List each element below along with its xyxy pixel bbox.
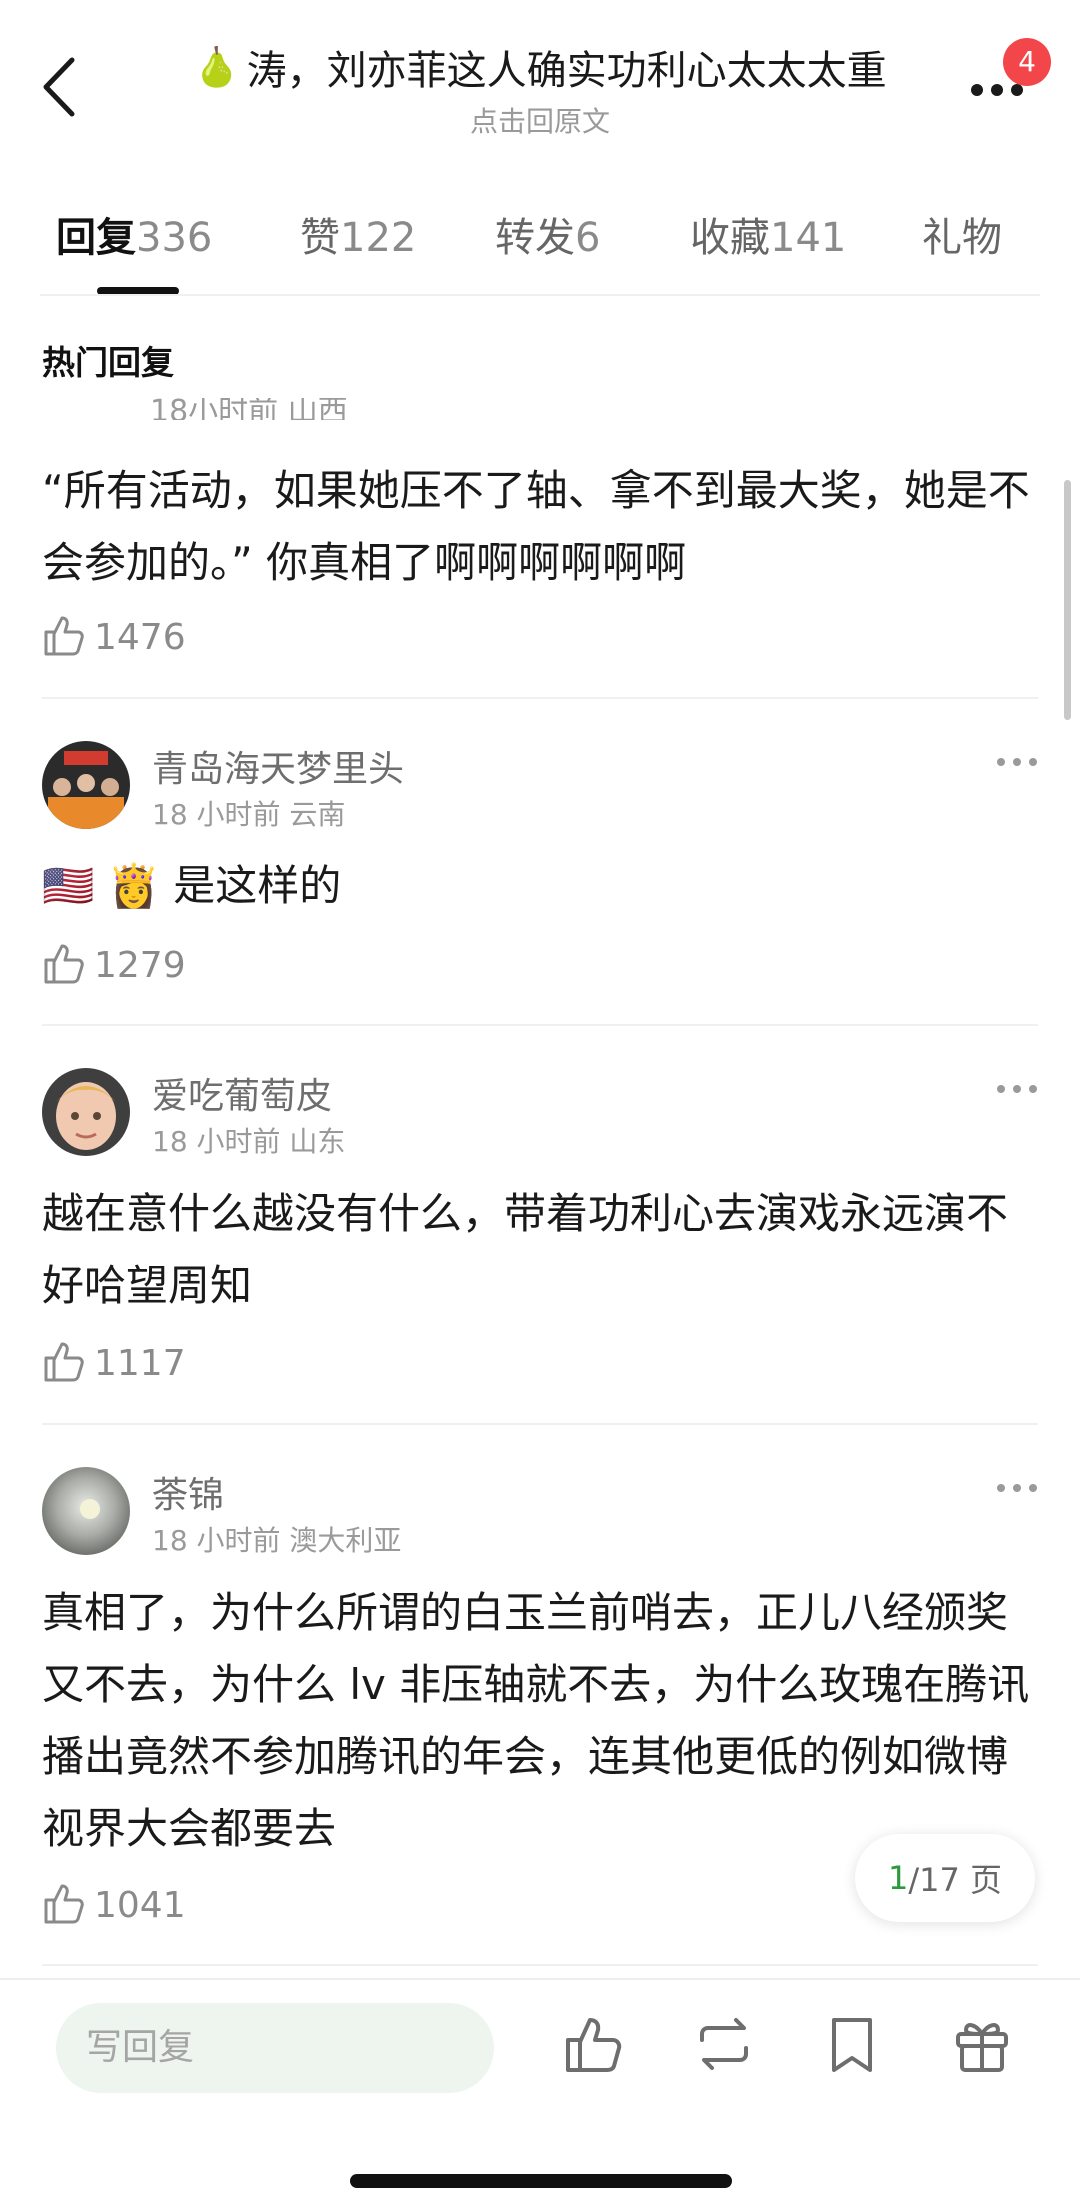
thumbs-up-icon — [42, 940, 88, 990]
scrollbar[interactable] — [1064, 480, 1071, 720]
bookmark-icon[interactable] — [818, 2010, 886, 2078]
comment-text: 🇺🇸 👸 是这样的 — [42, 861, 342, 910]
repost-icon[interactable] — [690, 2010, 758, 2078]
user-name[interactable]: 荼锦 — [152, 1466, 224, 1518]
tab-count: 336 — [136, 215, 213, 261]
tab-label: 赞 — [300, 215, 340, 261]
total-pages: /17 页 — [908, 1861, 1003, 1899]
comment-text: 越在意什么越没有什么，带着功利心去演戏永远演不好哈望周知 — [42, 1189, 1009, 1310]
comment-text: 真相了，为什么所谓的白玉兰前哨去，正儿八经颁奖又不去，为什么 lv 非压轴就不去… — [42, 1588, 1030, 1853]
tab-label: 回复 — [56, 215, 136, 261]
tab-reposts[interactable]: 转发6 — [495, 205, 600, 263]
like-button[interactable]: 1476 — [42, 612, 186, 662]
comment-separator — [42, 1423, 1038, 1425]
like-button[interactable]: 1117 — [42, 1338, 186, 1388]
comment-more-icon[interactable] — [995, 752, 1039, 772]
post-title: 涛，刘亦菲这人确实功利心太太太重 — [246, 48, 887, 94]
comment-meta: 18 小时前 云南 — [152, 798, 346, 831]
top-bar: 🍐 涛，刘亦菲这人确实功利心太太太重 点击回原文 4 — [0, 0, 1080, 150]
bottom-bar-divider — [0, 1978, 1080, 1980]
avatar[interactable] — [42, 1068, 130, 1156]
avatar[interactable] — [42, 1467, 130, 1555]
gift-icon[interactable] — [948, 2010, 1016, 2078]
page-indicator[interactable]: 1/17 页 — [855, 1834, 1035, 1922]
comment-more-icon[interactable] — [995, 1478, 1039, 1498]
tab-gifts[interactable]: 礼物 — [922, 205, 1002, 263]
tab-likes[interactable]: 赞122 — [300, 205, 416, 263]
like-count: 1476 — [94, 616, 186, 658]
tab-label: 礼物 — [922, 215, 1002, 261]
pear-emoji: 🍐 — [193, 44, 241, 89]
tab-count: 141 — [770, 215, 847, 261]
current-page: 1 — [887, 1859, 909, 1897]
like-button[interactable]: 1279 — [42, 940, 186, 990]
thumbs-up-icon — [42, 1338, 88, 1388]
comment-separator — [42, 697, 1038, 699]
user-name[interactable]: 青岛海天梦里头 — [152, 740, 404, 792]
interaction-tabs: 回复336 赞122 转发6 收藏141 礼物 — [0, 205, 1080, 295]
avatar[interactable] — [42, 741, 130, 829]
thumbs-up-icon — [42, 612, 88, 662]
comment-meta: 18 小时前 澳大利亚 — [152, 1524, 402, 1557]
tabs-divider — [40, 294, 1040, 296]
comment-more-icon[interactable] — [995, 1079, 1039, 1099]
tab-favorites[interactable]: 收藏141 — [690, 205, 846, 263]
comment-meta: 18 小时前 山东 — [152, 1125, 346, 1158]
tab-replies[interactable]: 回复336 — [56, 205, 212, 263]
like-count: 1117 — [94, 1342, 186, 1384]
thumbs-up-icon[interactable] — [560, 2010, 628, 2078]
home-indicator — [350, 2174, 732, 2188]
thumbs-up-icon — [42, 1880, 88, 1930]
tab-label: 收藏 — [690, 215, 770, 261]
comment-separator — [42, 1964, 1038, 1966]
back-chevron-icon[interactable] — [38, 52, 88, 122]
tab-label: 转发 — [495, 215, 575, 261]
tab-count: 122 — [340, 215, 417, 261]
back-to-post-hint: 点击回原文 — [469, 105, 610, 138]
like-count: 1279 — [94, 944, 186, 986]
post-title-link[interactable]: 🍐 涛，刘亦菲这人确实功利心太太太重 点击回原文 — [180, 38, 900, 140]
comment-meta: 18小时前 山西 — [150, 398, 348, 420]
comment-separator — [42, 1024, 1038, 1026]
user-name[interactable]: 爱吃葡萄皮 — [152, 1067, 332, 1119]
reply-input[interactable]: 写回复 — [56, 2003, 494, 2093]
hot-replies-heading: 热门回复 — [42, 343, 174, 382]
like-button[interactable]: 1041 — [42, 1880, 186, 1930]
comment-text: “所有活动，如果她压不了轴、拿不到最大奖，她是不会参加的。” 你真相了啊啊啊啊啊… — [42, 466, 1030, 587]
tab-count: 6 — [575, 215, 601, 261]
notification-badge: 4 — [1003, 38, 1051, 86]
like-count: 1041 — [94, 1884, 186, 1926]
